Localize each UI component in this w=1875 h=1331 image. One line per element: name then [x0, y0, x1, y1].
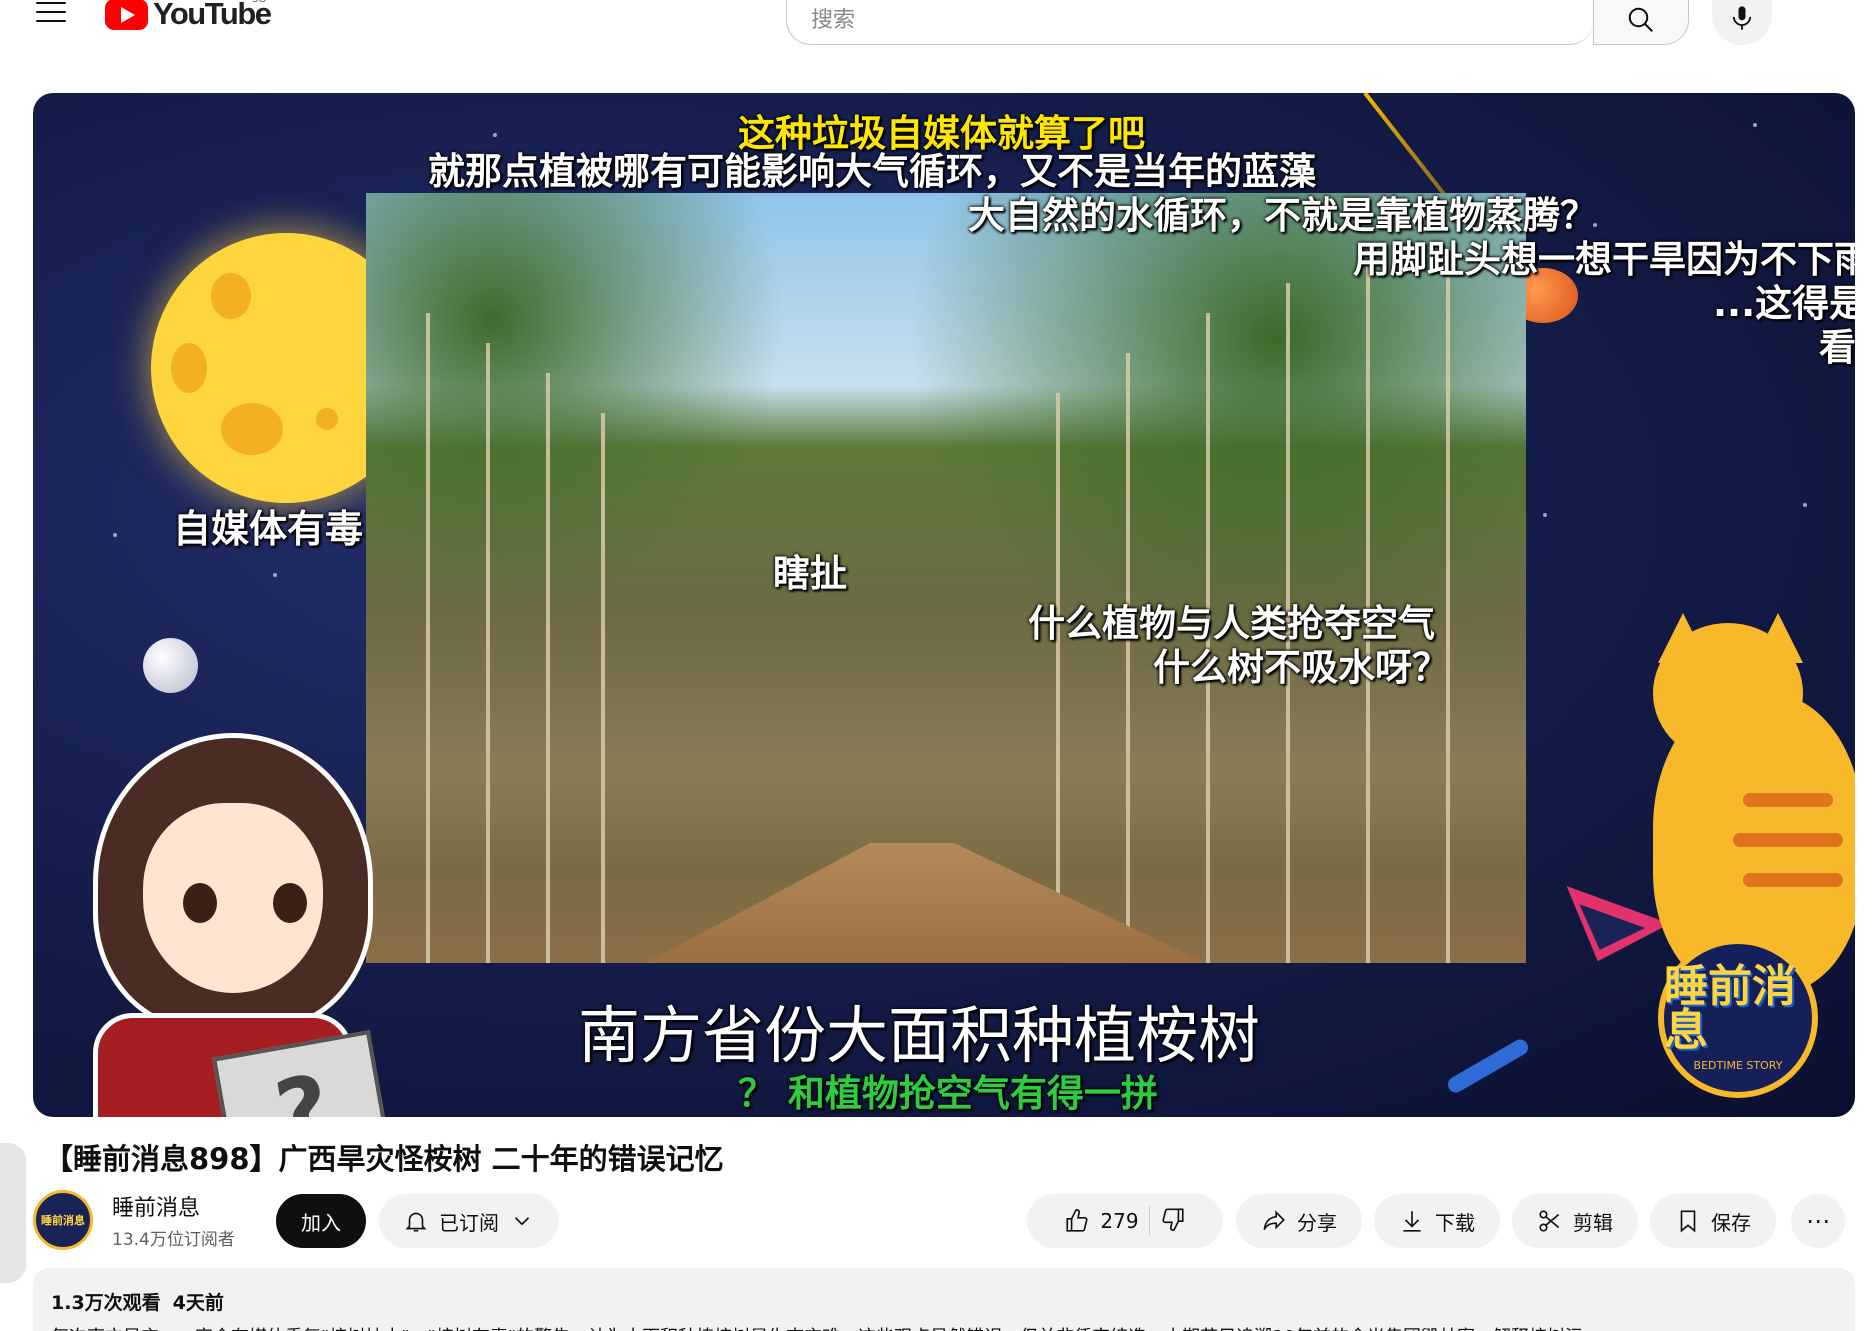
download-button[interactable]: 下载 — [1374, 1194, 1500, 1248]
divider — [1148, 1206, 1150, 1236]
join-label: 加入 — [301, 1210, 341, 1235]
share-label: 分享 — [1297, 1210, 1337, 1235]
view-count: 1.3万次观看 — [51, 1292, 161, 1314]
description-meta: 1.3万次观看 4天前 — [51, 1288, 1837, 1315]
pen-illustration — [1445, 1036, 1531, 1096]
star — [493, 133, 497, 137]
bookmark-icon — [1680, 1210, 1696, 1233]
search-box — [786, 0, 1594, 45]
tree-trunk — [1446, 253, 1450, 963]
girl-eye — [273, 883, 307, 923]
caption-label: 自媒体有毒 — [173, 507, 364, 551]
star — [113, 533, 117, 537]
microphone-icon — [1732, 6, 1752, 30]
menu-icon[interactable] — [36, 2, 66, 26]
video-player[interactable]: 这种垃圾自媒体就算了吧 就那点植被哪有可能影响大气循环，又不是当年的蓝藻 大自然… — [33, 93, 1855, 1117]
youtube-play-icon — [105, 0, 148, 30]
star — [273, 573, 277, 577]
download-label: 下载 — [1435, 1210, 1475, 1235]
search-icon — [1628, 7, 1653, 32]
like-dislike-group: 279 — [1027, 1194, 1223, 1248]
subscribed-button[interactable]: 已订阅 — [379, 1194, 559, 1248]
badge-text: 睡前消息 — [1664, 960, 1796, 1056]
like-count: 279 — [1100, 1209, 1139, 1233]
tree-trunk — [1056, 393, 1060, 963]
search-button[interactable] — [1593, 0, 1689, 45]
share-button[interactable]: 分享 — [1236, 1194, 1362, 1248]
tree-trunk — [546, 373, 550, 963]
save-label: 保存 — [1711, 1210, 1751, 1235]
channel-badge-logo: 睡前消息 BEDTIME STORY — [1658, 938, 1818, 1098]
clip-label: 剪辑 — [1573, 1210, 1613, 1235]
save-button[interactable]: 保存 — [1650, 1194, 1776, 1248]
eucalyptus-forest-photo — [366, 193, 1526, 963]
caption-green: ？ 和植物抢空气有得一拼 — [738, 1072, 1158, 1115]
moon-crater — [316, 408, 338, 430]
badge-subtext: BEDTIME STORY — [1693, 1058, 1783, 1072]
cat-stripe — [1743, 793, 1833, 807]
avatar-text: 睡前消息 — [41, 1214, 85, 1227]
tree-trunk — [486, 343, 490, 963]
thumbs-up-icon — [1066, 1209, 1088, 1232]
clip-button[interactable]: 剪辑 — [1512, 1194, 1638, 1248]
dislike-button[interactable] — [1160, 1206, 1186, 1237]
download-icon — [1403, 1211, 1421, 1232]
description-text: 每次南方旱灾，一定会有媒体重复"桉树抽水"、"桉树有毒"的警告，认为大面积种植桉… — [51, 1323, 1837, 1331]
video-subtitle: 南方省份大面积种植桉树 — [578, 999, 1261, 1072]
channel-name[interactable]: 睡前消息 — [112, 1190, 200, 1222]
caption-question: 什么树不吸水呀？ — [1153, 646, 1449, 689]
scissors-icon — [1539, 1210, 1560, 1232]
caption-line: 看 — [1819, 326, 1855, 369]
like-button[interactable]: 279 — [1064, 1208, 1139, 1234]
video-title: 【睡前消息898】广西旱灾怪桉树 二十年的错误记忆 — [44, 1142, 724, 1176]
subscribed-label: 已订阅 — [439, 1210, 499, 1235]
chevron-down-icon — [514, 1217, 530, 1226]
cartoon-girl-illustration: ? — [73, 713, 403, 1117]
tree-trunk — [426, 313, 430, 963]
side-panel-tab[interactable] — [0, 1143, 26, 1283]
ringed-planet — [143, 638, 198, 693]
cat-stripe — [1733, 833, 1843, 847]
cat-stripe — [1743, 873, 1843, 887]
star — [1543, 513, 1547, 517]
description-box[interactable]: 1.3万次观看 4天前 每次南方旱灾，一定会有媒体重复"桉树抽水"、"桉树有毒"的… — [33, 1268, 1855, 1331]
girl-eye — [183, 883, 217, 923]
star — [1803, 503, 1807, 507]
join-button[interactable]: 加入 — [276, 1194, 366, 1248]
subscriber-count: 13.4万位订阅者 — [112, 1230, 235, 1250]
tree-trunk — [601, 413, 605, 963]
moon-crater — [221, 403, 283, 455]
youtube-logo[interactable]: YouTube — [105, 0, 272, 32]
region-code: SG — [252, 0, 266, 5]
voice-search-button[interactable] — [1712, 0, 1772, 45]
channel-avatar[interactable]: 睡前消息 — [33, 1190, 93, 1250]
tree-trunk — [1126, 353, 1130, 963]
moon-crater — [211, 273, 251, 319]
more-actions-button[interactable]: ⋯ — [1791, 1194, 1845, 1248]
star — [1753, 123, 1757, 127]
more-icon: ⋯ — [1806, 1207, 1830, 1235]
search-input[interactable] — [787, 0, 1594, 44]
bell-icon — [405, 1212, 427, 1232]
moon-crater — [171, 343, 207, 393]
thumbs-down-icon — [1162, 1207, 1184, 1231]
upload-age: 4天前 — [172, 1292, 224, 1314]
share-icon — [1263, 1210, 1285, 1231]
caption-label: 瞎扯 — [773, 552, 847, 595]
dirt-path — [646, 843, 1206, 963]
